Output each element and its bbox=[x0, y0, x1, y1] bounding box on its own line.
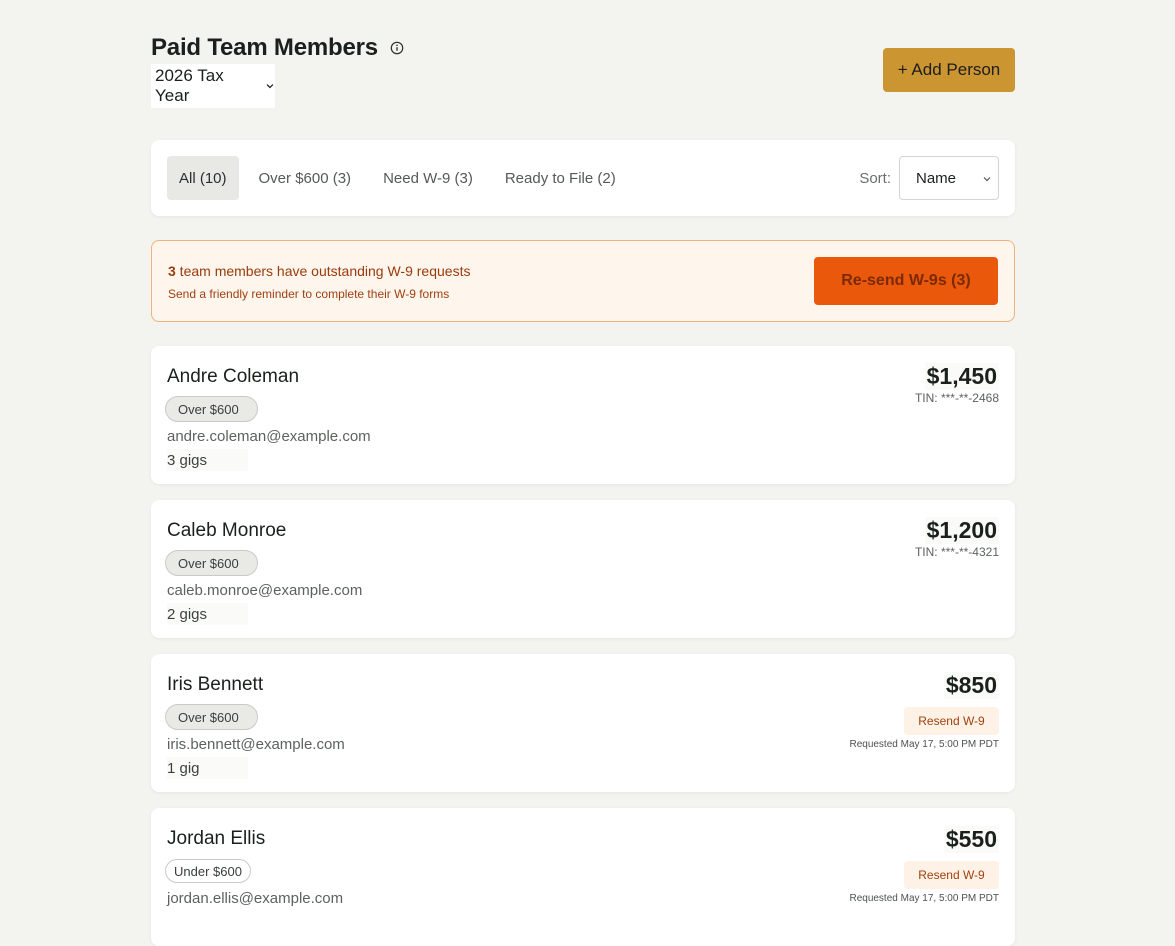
tab-all[interactable]: All (10) bbox=[167, 156, 239, 200]
tab-over-600[interactable]: Over $600 (3) bbox=[247, 156, 364, 200]
member-tin: TIN: ***-**-2468 bbox=[914, 391, 999, 405]
alert-title-text: team members have outstanding W-9 reques… bbox=[175, 263, 471, 279]
tax-year-value: 2026 Tax Year bbox=[155, 66, 224, 105]
member-name: Andre Coleman bbox=[167, 366, 300, 387]
alert-subtitle: Send a friendly reminder to complete the… bbox=[168, 287, 450, 301]
chevron-down-icon bbox=[266, 84, 274, 89]
resend-w9-button[interactable]: Resend W-9 bbox=[904, 707, 999, 735]
tab-ready-to-file[interactable]: Ready to File (2) bbox=[493, 156, 628, 200]
page-header: Paid Team Members 2026 Tax Year + Add Pe… bbox=[151, 34, 1015, 114]
member-email: caleb.monroe@example.com bbox=[167, 582, 363, 599]
filter-bar: All (10) Over $600 (3) Need W-9 (3) Read… bbox=[151, 140, 1015, 216]
member-card[interactable]: Caleb Monroe Over $600 caleb.monroe@exam… bbox=[151, 500, 1015, 638]
tax-year-select[interactable]: 2026 Tax Year bbox=[151, 64, 275, 108]
info-icon[interactable] bbox=[390, 41, 404, 55]
add-person-button[interactable]: + Add Person bbox=[883, 48, 1015, 92]
member-email: jordan.ellis@example.com bbox=[167, 890, 344, 907]
member-card[interactable]: Andre Coleman Over $600 andre.coleman@ex… bbox=[151, 346, 1015, 484]
alert-title: 3 team members have outstanding W-9 requ… bbox=[168, 263, 470, 279]
request-timestamp: Requested May 17, 5:00 PM PDT bbox=[849, 739, 999, 750]
member-amount: $1,200 bbox=[924, 517, 999, 544]
filter-tabs: All (10) Over $600 (3) Need W-9 (3) Read… bbox=[167, 156, 636, 200]
title-row: Paid Team Members bbox=[151, 34, 404, 62]
member-name: Caleb Monroe bbox=[167, 520, 287, 541]
member-gigs: 2 gigs bbox=[167, 603, 248, 625]
member-gigs: 3 gigs bbox=[167, 449, 248, 471]
member-amount: $850 bbox=[943, 672, 999, 699]
member-amount: $550 bbox=[943, 826, 999, 853]
status-badge: Under $600 bbox=[165, 859, 251, 883]
resend-all-w9-button[interactable]: Re-send W-9s (3) bbox=[814, 257, 998, 305]
status-badge: Over $600 bbox=[165, 550, 258, 576]
member-tin: TIN: ***-**-4321 bbox=[914, 545, 999, 559]
member-gigs: 1 gig bbox=[167, 757, 248, 779]
sort-value: Name bbox=[916, 169, 957, 187]
sort-select[interactable]: Name bbox=[899, 156, 999, 200]
member-amount: $1,450 bbox=[924, 363, 999, 390]
resend-w9-button[interactable]: Resend W-9 bbox=[904, 861, 999, 889]
member-email: andre.coleman@example.com bbox=[167, 428, 371, 445]
tab-need-w9[interactable]: Need W-9 (3) bbox=[371, 156, 485, 200]
sort-control: Sort: Name bbox=[859, 156, 999, 200]
member-card[interactable]: Jordan Ellis Under $600 jordan.ellis@exa… bbox=[151, 808, 1015, 946]
chevron-down-icon bbox=[983, 177, 991, 182]
sort-label: Sort: bbox=[859, 169, 891, 187]
member-email: iris.bennett@example.com bbox=[167, 736, 345, 753]
status-badge: Over $600 bbox=[165, 704, 258, 730]
w9-alert-banner: 3 team members have outstanding W-9 requ… bbox=[151, 240, 1015, 322]
alert-count: 3 bbox=[168, 263, 176, 279]
status-badge: Over $600 bbox=[165, 396, 258, 422]
member-name: Iris Bennett bbox=[167, 674, 264, 695]
member-card[interactable]: Iris Bennett Over $600 iris.bennett@exam… bbox=[151, 654, 1015, 792]
member-name: Jordan Ellis bbox=[167, 828, 266, 849]
page-title: Paid Team Members bbox=[151, 34, 378, 61]
request-timestamp: Requested May 17, 5:00 PM PDT bbox=[849, 893, 999, 904]
